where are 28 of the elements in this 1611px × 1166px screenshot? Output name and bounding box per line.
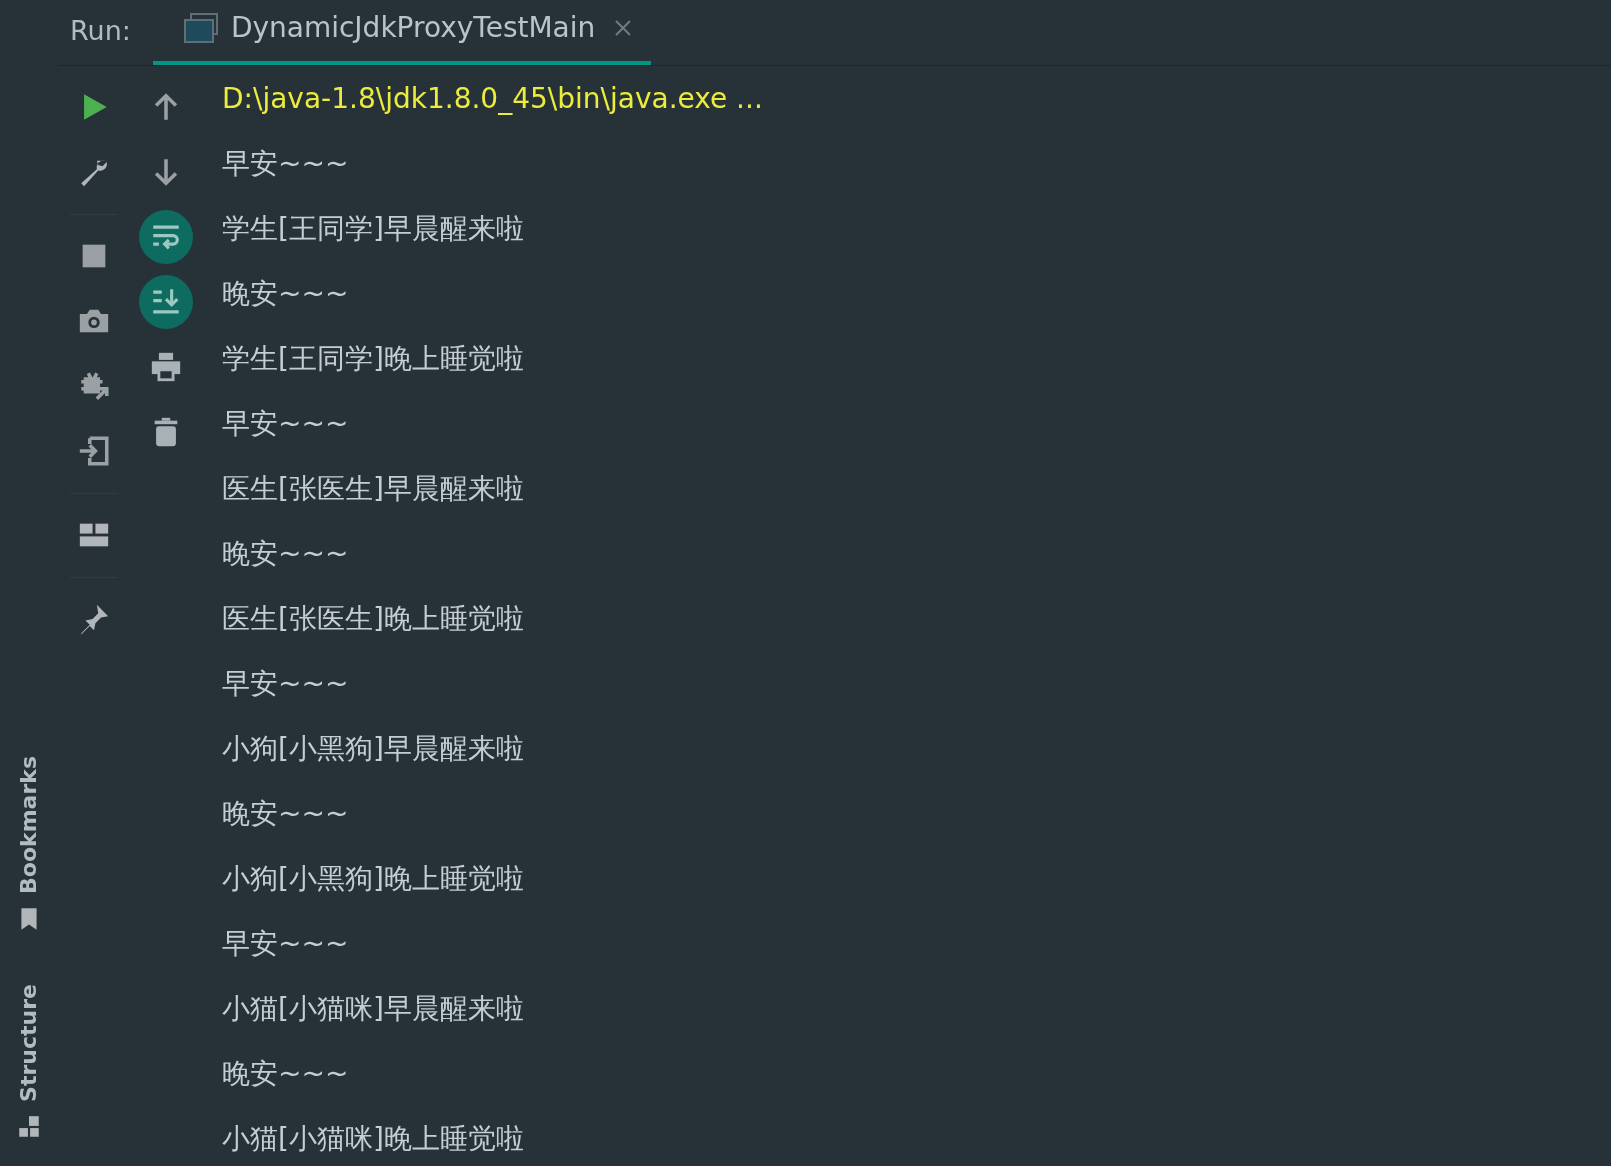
structure-icon [16, 1114, 42, 1140]
run-tab[interactable]: DynamicJdkProxyTestMain [152, 7, 652, 65]
output-line: 小猫[小猫咪]晚上睡觉啦 [222, 1121, 525, 1157]
printer-icon [149, 350, 183, 384]
output-line: 晚安~~~ [222, 536, 350, 572]
side-tab[interactable]: Bookmarks [16, 756, 42, 933]
output-line: 晚安~~~ [222, 276, 350, 312]
close-icon [613, 18, 634, 38]
command-line: D:\java-1.8\jdk1.8.0_45\bin\java.exe ... [222, 81, 764, 117]
output-line: 小猫[小猫咪]早晨醒来啦 [222, 991, 525, 1027]
output-line: 晚安~~~ [222, 796, 350, 832]
output-line: 早安~~~ [222, 146, 350, 182]
side-tab[interactable]: Structure [16, 984, 42, 1140]
output-line: 学生[王同学]晚上睡觉啦 [222, 341, 525, 377]
run-label: Run: [70, 13, 132, 48]
output-line: 小狗[小黑狗]晚上睡觉啦 [222, 861, 525, 897]
output-line: 医生[张医生]早晨醒来啦 [222, 471, 525, 507]
output-line: 早安~~~ [222, 926, 350, 962]
login-icon [77, 434, 111, 468]
output-line: 学生[王同学]早晨醒来啦 [222, 211, 525, 247]
output-line: 晚安~~~ [222, 1056, 350, 1092]
output-line: 医生[张医生]晚上睡觉啦 [222, 601, 525, 637]
wrap-toggle[interactable] [139, 210, 193, 264]
output-line: 早安~~~ [222, 666, 350, 702]
window-icon [182, 12, 219, 44]
scroll-end-toggle[interactable] [139, 275, 193, 329]
output-line: 早安~~~ [222, 406, 350, 442]
output-line: 小狗[小黑狗]早晨醒来啦 [222, 731, 525, 767]
